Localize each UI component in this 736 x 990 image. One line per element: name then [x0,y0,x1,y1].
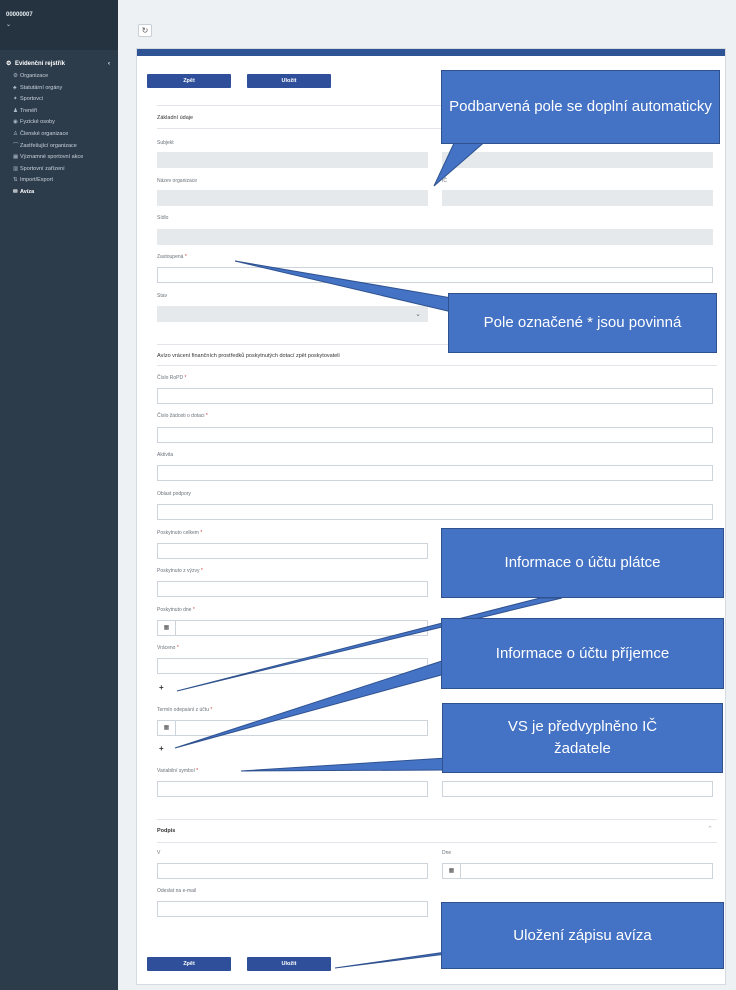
callout-auto-fill: Podbarvená pole se doplní automaticky [441,70,720,144]
callout-pointer-required [234,260,453,313]
callout-recipient-account: Informace o účtu příjemce [441,618,724,689]
callout-save-notice: Uložení zápisu avíza [441,902,724,969]
callout-pointers [174,125,563,969]
callout-vs-prefill: VS je předvyplněno IČ žadatele [442,703,723,773]
callout-pointer-vs [240,757,447,772]
callout-payer-account: Informace o účtu plátce [441,528,724,598]
callout-pointer-recipient [174,659,446,749]
callout-required: Pole označené * jsou povinná [448,293,717,353]
